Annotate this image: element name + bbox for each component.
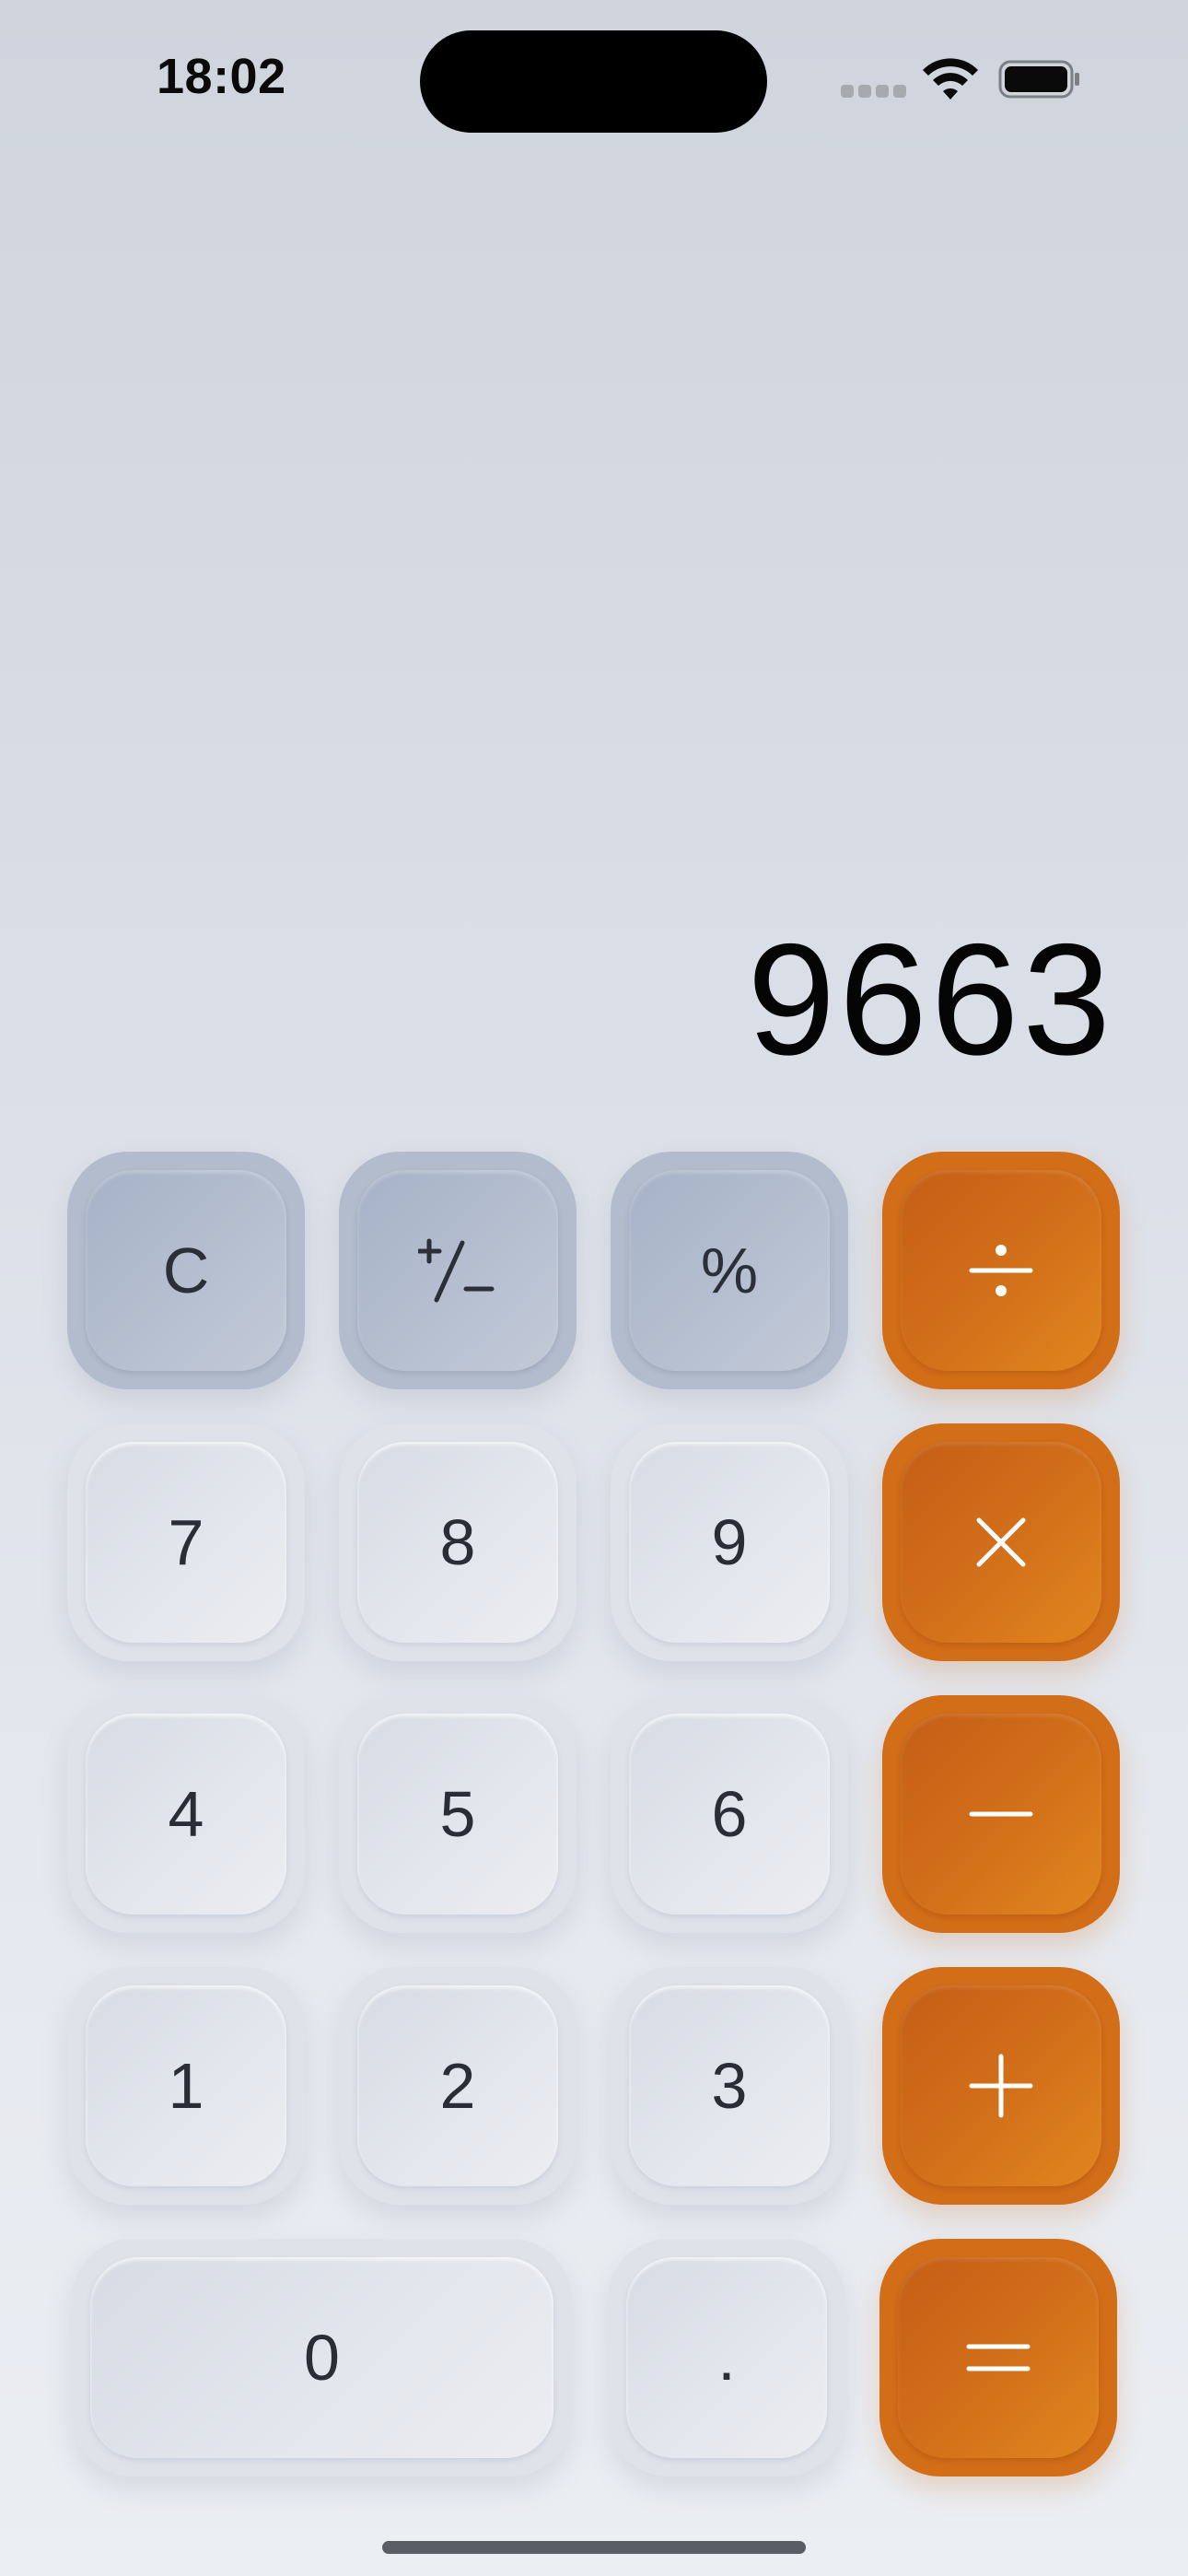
add-button[interactable] (882, 1967, 1120, 2205)
minus-icon (969, 1811, 1033, 1817)
divide-button[interactable] (882, 1152, 1120, 1389)
digit-6-label: 6 (711, 1778, 748, 1850)
digit-3-label: 3 (711, 2050, 748, 2122)
digit-2-label: 2 (439, 2050, 476, 2122)
plus-minus-icon (418, 1238, 495, 1303)
signal-icon (841, 85, 906, 98)
decimal-label: . (717, 2322, 736, 2394)
digit-9-label: 9 (711, 1506, 748, 1578)
wifi-icon (923, 58, 978, 100)
digit-8-label: 8 (439, 1506, 476, 1578)
digit-6-button[interactable]: 6 (611, 1695, 848, 1933)
digit-5-label: 5 (439, 1778, 476, 1850)
home-indicator[interactable] (382, 2541, 806, 2554)
percent-button[interactable]: % (611, 1152, 848, 1389)
subtract-button[interactable] (882, 1695, 1120, 1933)
percent-label: % (700, 1235, 759, 1306)
decimal-button[interactable]: . (608, 2239, 845, 2476)
status-bar: 18:02 (0, 0, 1188, 166)
digit-4-label: 4 (168, 1778, 204, 1850)
digit-5-button[interactable]: 5 (339, 1695, 577, 1933)
digit-0-button[interactable]: 0 (72, 2239, 572, 2476)
digit-1-label: 1 (168, 2050, 204, 2122)
result-display: 9663 (747, 911, 1114, 1088)
digit-8-button[interactable]: 8 (339, 1423, 577, 1661)
divide-icon (969, 1245, 1033, 1296)
digit-7-label: 7 (168, 1506, 204, 1578)
multiply-button[interactable] (882, 1423, 1120, 1661)
digit-9-button[interactable]: 9 (611, 1423, 848, 1661)
multiply-icon (976, 1517, 1026, 1567)
digit-0-label: 0 (304, 2322, 340, 2394)
battery-icon (998, 60, 1079, 99)
clear-label: C (162, 1235, 210, 1306)
digit-1-button[interactable]: 1 (67, 1967, 305, 2205)
status-time: 18:02 (157, 49, 286, 104)
plus-minus-button[interactable] (339, 1152, 577, 1389)
equals-icon (966, 2344, 1031, 2371)
dynamic-island (420, 30, 767, 133)
digit-2-button[interactable]: 2 (339, 1967, 577, 2205)
digit-4-button[interactable]: 4 (67, 1695, 305, 1933)
equals-button[interactable] (879, 2239, 1117, 2476)
digit-7-button[interactable]: 7 (67, 1423, 305, 1661)
plus-icon (969, 2054, 1033, 2118)
clear-button[interactable]: C (67, 1152, 305, 1389)
digit-3-button[interactable]: 3 (611, 1967, 848, 2205)
